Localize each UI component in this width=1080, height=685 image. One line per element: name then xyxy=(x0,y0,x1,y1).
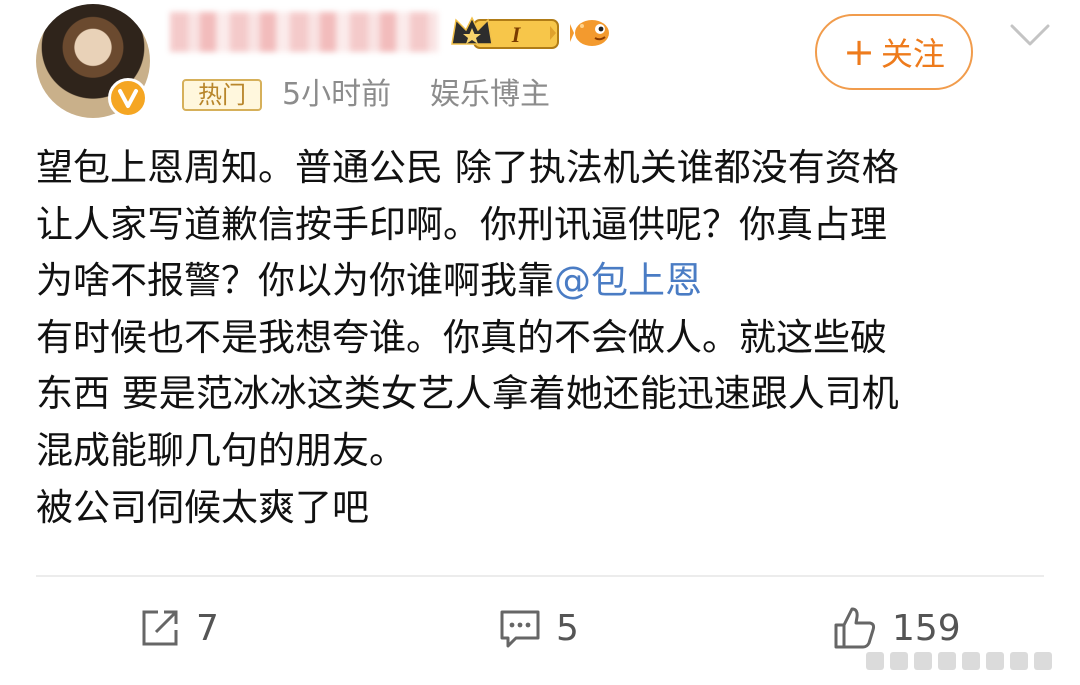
post-line: 有时候也不是我想夸谁。你真的不会做人。就这些破 xyxy=(36,315,887,359)
post-line: 混成能聊几句的朋友。 xyxy=(36,428,406,472)
repost-button[interactable]: 7 xyxy=(138,595,219,661)
post-time: 5小时前 xyxy=(282,77,392,112)
post-line: 让人家写道歉信按手印啊。你刑讯逼供呢？你真占理 xyxy=(36,202,887,246)
post-header: I 热门 5小时前 娱乐博主 + 关注 xyxy=(0,0,1080,125)
hot-tag: 热门 xyxy=(182,79,262,111)
repost-icon xyxy=(142,610,178,646)
like-count: 159 xyxy=(892,607,961,649)
fish-emoji-icon xyxy=(570,20,609,46)
plus-icon: + xyxy=(843,30,875,74)
verified-v-icon xyxy=(108,78,148,118)
author-category: 娱乐博主 xyxy=(430,77,550,112)
post-line: 东西 要是范冰冰这类女艺人拿着她还能迅速跟人司机 xyxy=(36,372,899,416)
divider xyxy=(36,575,1044,577)
vip-crown-badge-icon[interactable]: I xyxy=(450,14,562,52)
comment-icon xyxy=(500,610,540,648)
post-text: 望包上恩周知。普通公民 除了执法机关谁都没有资格 让人家写道歉信按手印啊。你刑讯… xyxy=(36,140,1056,536)
follow-label: 关注 xyxy=(880,35,945,73)
post-line: 被公司伺候太爽了吧 xyxy=(36,485,369,529)
comment-button[interactable]: 5 xyxy=(498,595,579,661)
watermark xyxy=(866,652,1066,674)
vip-level-text: I xyxy=(511,22,522,47)
like-icon xyxy=(834,607,876,649)
repost-count: 7 xyxy=(196,607,219,649)
chevron-down-icon[interactable] xyxy=(1008,20,1052,50)
post-line-text: 为啥不报警？你以为你谁啊我靠 xyxy=(36,259,554,303)
mention-link[interactable]: @包上恩 xyxy=(554,259,702,302)
post-line: 为啥不报警？你以为你谁啊我靠@包上恩 xyxy=(36,253,1056,310)
comment-count: 5 xyxy=(556,607,579,649)
username-blurred[interactable] xyxy=(170,12,438,52)
follow-button[interactable]: + 关注 xyxy=(815,14,973,90)
post-line: 望包上恩周知。普通公民 除了执法机关谁都没有资格 xyxy=(36,146,899,189)
